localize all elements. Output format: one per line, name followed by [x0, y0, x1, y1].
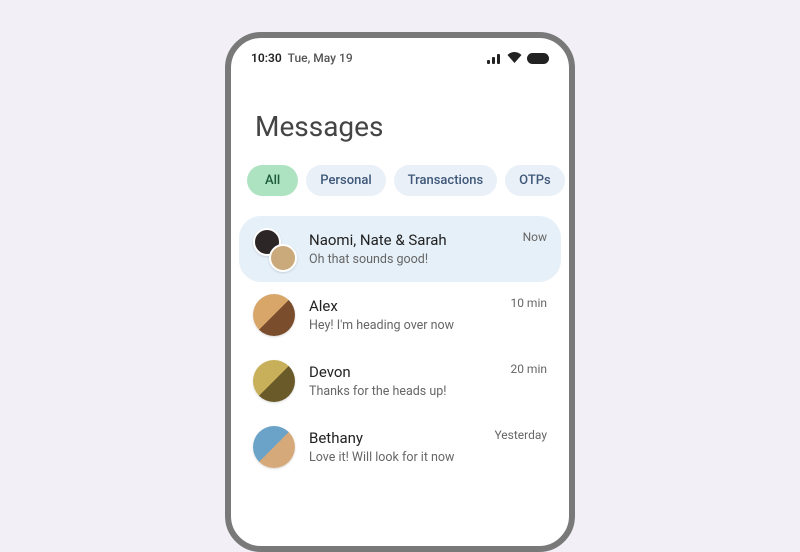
conversation-list: Naomi, Nate & SarahOh that sounds good!N…	[231, 216, 569, 480]
conversation-item[interactable]: DevonThanks for the heads up! 20 min	[239, 348, 561, 414]
tab-all[interactable]: All	[247, 165, 298, 196]
avatar	[253, 294, 295, 336]
wifi-icon	[507, 49, 522, 68]
conversation-time: Now	[523, 230, 547, 244]
phone-frame: 10:30 Tue, May 19 Messages All Personal Tr…	[225, 32, 575, 552]
conversation-body: BethanyLove it! Will look for it now	[309, 429, 480, 466]
battery-icon	[527, 49, 549, 68]
status-time-date: 10:30 Tue, May 19	[251, 51, 353, 65]
cellular-icon	[487, 49, 502, 68]
conversation-time: 10 min	[510, 296, 547, 310]
conversation-body: DevonThanks for the heads up!	[309, 363, 496, 400]
tab-transactions[interactable]: Transactions	[394, 165, 498, 196]
conversation-item[interactable]: BethanyLove it! Will look for it now Yest…	[239, 414, 561, 480]
status-date: Tue, May 19	[288, 51, 353, 65]
conversation-preview: Love it! Will look for it now	[309, 450, 480, 465]
conversation-name: Devon	[309, 363, 496, 383]
conversation-body: Naomi, Nate & SarahOh that sounds good!	[309, 231, 509, 268]
avatar	[253, 426, 295, 468]
conversation-item[interactable]: Naomi, Nate & SarahOh that sounds good!N…	[239, 216, 561, 282]
conversation-item[interactable]: AlexHey! I'm heading over now 10 min	[239, 282, 561, 348]
avatar-group	[253, 228, 295, 270]
avatar	[253, 360, 295, 402]
conversation-body: AlexHey! I'm heading over now	[309, 297, 496, 334]
filter-tabs: All Personal TransactionsOTPs	[231, 165, 569, 216]
conversation-name: Bethany	[309, 429, 480, 449]
conversation-preview: Oh that sounds good!	[309, 252, 509, 267]
conversation-preview: Hey! I'm heading over now	[309, 318, 496, 333]
conversation-time: 20 min	[510, 362, 547, 376]
status-bar: 10:30 Tue, May 19	[231, 38, 569, 78]
status-icons	[487, 49, 549, 68]
status-time: 10:30	[251, 51, 282, 65]
conversation-time: Yesterday	[494, 428, 547, 442]
conversation-name: Naomi, Nate & Sarah	[309, 231, 509, 251]
tab-personal[interactable]: Personal	[306, 165, 385, 196]
page-title: Messages	[231, 78, 569, 165]
conversation-preview: Thanks for the heads up!	[309, 384, 496, 399]
tab-otps[interactable]: OTPs	[505, 165, 565, 196]
conversation-name: Alex	[309, 297, 496, 317]
